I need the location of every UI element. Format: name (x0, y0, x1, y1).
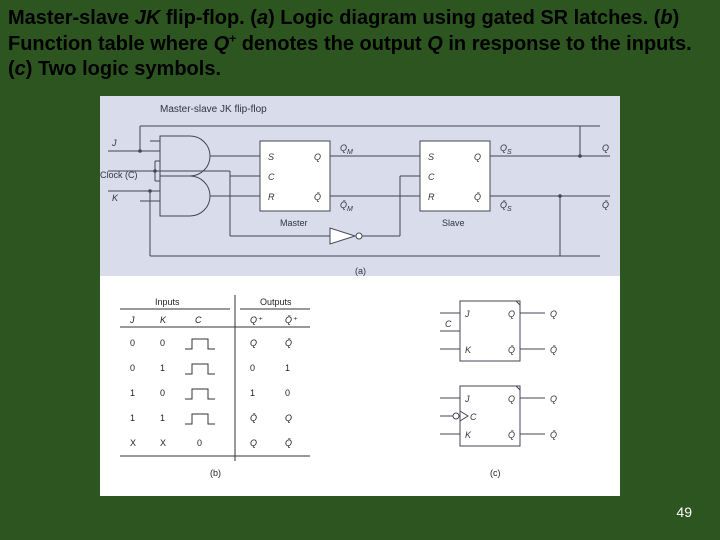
caption-b: (b) (210, 468, 221, 478)
svg-text:Q: Q (285, 413, 292, 423)
svg-text:K: K (465, 345, 472, 355)
output-qbar: Q̄ (602, 200, 609, 210)
svg-text:0: 0 (160, 338, 165, 348)
diagram-title: Master-slave JK flip-flop (160, 104, 267, 115)
svg-text:C: C (268, 172, 275, 182)
svg-text:Q: Q (250, 438, 257, 448)
clock-pulse-icon (185, 364, 215, 374)
svg-text:0: 0 (130, 338, 135, 348)
svg-text:Q̄⁺: Q̄⁺ (285, 315, 298, 325)
header-outputs: Outputs (260, 297, 292, 307)
and-gate-bot-icon (160, 176, 210, 216)
svg-text:Q̄: Q̄ (250, 413, 257, 423)
clock-pulse-icon (185, 389, 215, 399)
heading-text: Master-slave JK flip-flop. (a) Logic dia… (8, 7, 692, 80)
svg-text:C: C (445, 319, 452, 329)
table-row: 1 1 Q̄ Q (130, 413, 292, 424)
svg-text:0: 0 (160, 388, 165, 398)
svg-text:1: 1 (130, 388, 135, 398)
svg-text:Q̄: Q̄ (314, 192, 321, 202)
svg-text:J: J (129, 315, 135, 325)
svg-text:Q: Q (508, 394, 515, 404)
clock-pulse-icon (185, 339, 215, 349)
svg-text:0: 0 (130, 363, 135, 373)
slide-heading: Master-slave JK flip-flop. (a) Logic dia… (8, 6, 708, 82)
svg-text:QM: QM (340, 143, 353, 156)
svg-text:1: 1 (285, 363, 290, 373)
svg-text:QS: QS (500, 143, 512, 156)
caption-a: (a) (355, 266, 366, 276)
svg-text:R: R (268, 192, 275, 202)
svg-text:Q: Q (250, 338, 257, 348)
svg-text:Q̄: Q̄ (285, 338, 292, 348)
logic-symbols-c: J C K Q Q Q̄ Q̄ J C K Q Q Q̄ Q̄ (c) (400, 291, 600, 481)
master-label: Master (280, 218, 308, 228)
svg-text:Q: Q (474, 152, 481, 162)
svg-text:Q̄M: Q̄M (340, 200, 353, 213)
output-q: Q (602, 143, 609, 153)
header-inputs: Inputs (155, 297, 180, 307)
table-row: 0 1 0 1 (130, 363, 290, 374)
svg-text:C: C (428, 172, 435, 182)
svg-text:R: R (428, 192, 435, 202)
svg-text:Q̄: Q̄ (474, 192, 481, 202)
svg-text:Q⁺: Q⁺ (250, 315, 263, 325)
svg-text:J: J (464, 394, 470, 404)
clock-pulse-icon (185, 414, 215, 424)
inverter-icon (330, 228, 355, 244)
svg-text:Q: Q (508, 309, 515, 319)
svg-text:Q: Q (550, 394, 557, 404)
svg-text:0: 0 (285, 388, 290, 398)
input-clock: Clock (C) (100, 170, 138, 180)
logic-diagram-a: Master-slave JK flip-flop J Clock (C) K (100, 96, 620, 276)
svg-text:1: 1 (130, 413, 135, 423)
svg-text:S: S (268, 152, 274, 162)
svg-text:1: 1 (160, 413, 165, 423)
svg-text:Q̄: Q̄ (508, 430, 515, 440)
svg-text:Q: Q (314, 152, 321, 162)
slide: Master-slave JK flip-flop. (a) Logic dia… (0, 0, 720, 540)
svg-text:C: C (195, 315, 202, 325)
table-row: 1 0 1 0 (130, 388, 290, 399)
svg-text:C: C (470, 412, 477, 422)
svg-text:K: K (160, 315, 167, 325)
bubble-icon (453, 413, 459, 419)
svg-text:Q̄: Q̄ (550, 430, 557, 440)
caption-c: (c) (490, 468, 501, 478)
svg-text:X: X (130, 438, 136, 448)
svg-text:X: X (160, 438, 166, 448)
svg-text:K: K (465, 430, 472, 440)
slide-number: 49 (676, 504, 692, 520)
input-j: J (111, 138, 117, 148)
slave-label: Slave (442, 218, 465, 228)
function-table-b: Inputs Outputs J K C Q⁺ Q̄⁺ 0 0 Q Q̄ (100, 291, 360, 481)
table-row: 0 0 Q Q̄ (130, 338, 292, 349)
svg-text:Q̄: Q̄ (285, 438, 292, 448)
svg-text:Q: Q (550, 309, 557, 319)
input-k: K (112, 193, 119, 203)
table-row: X X 0 Q Q̄ (130, 438, 292, 448)
svg-text:Q̄: Q̄ (508, 345, 515, 355)
svg-text:0: 0 (250, 363, 255, 373)
svg-text:J: J (464, 309, 470, 319)
svg-text:S: S (428, 152, 434, 162)
svg-text:0: 0 (197, 438, 202, 448)
svg-text:Q̄: Q̄ (550, 345, 557, 355)
and-gate-top-icon (160, 136, 210, 176)
figure-panel: Master-slave JK flip-flop J Clock (C) K (100, 96, 620, 496)
svg-text:1: 1 (250, 388, 255, 398)
svg-text:1: 1 (160, 363, 165, 373)
svg-text:Q̄S: Q̄S (500, 200, 512, 213)
